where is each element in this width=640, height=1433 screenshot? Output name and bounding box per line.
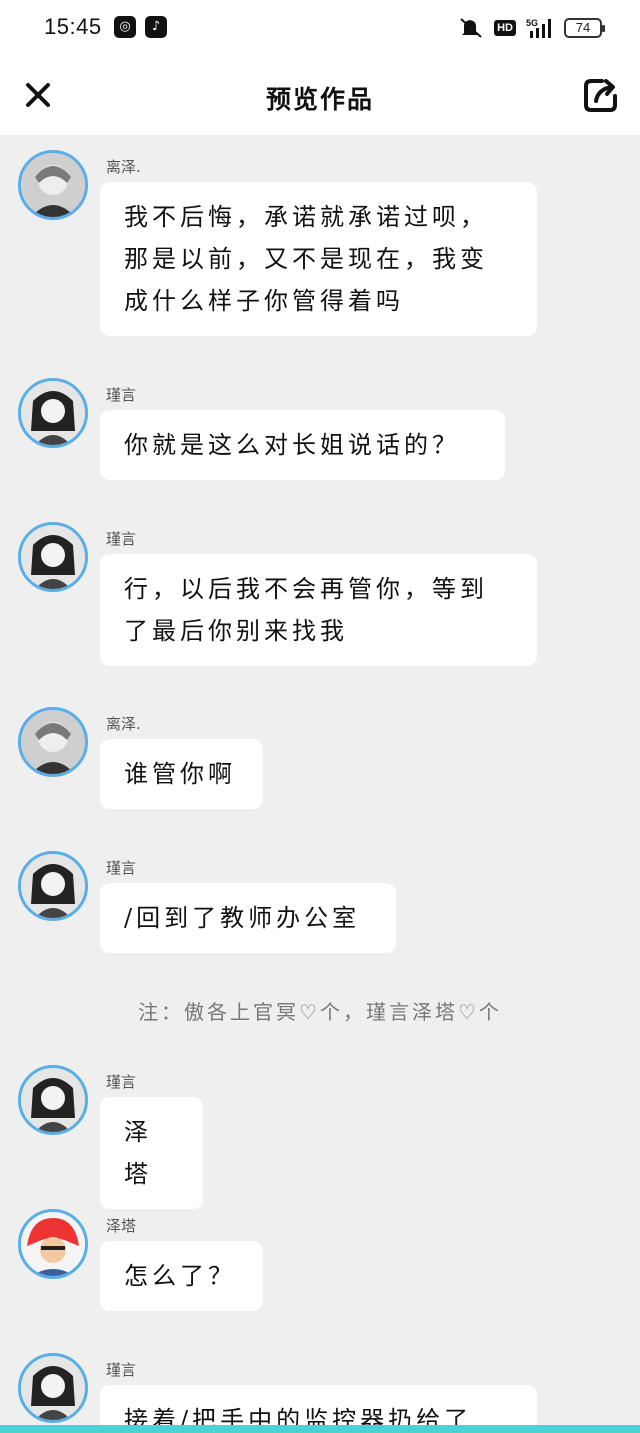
header: 预览作品 <box>0 58 640 135</box>
bottom-accent-strip <box>0 1425 640 1433</box>
message-bubble: 怎么了？ <box>100 1241 263 1311</box>
message-bubble: 我不后悔，承诺就承诺过呗，那是以前，又不是现在，我变成什么样子你管得着吗 <box>100 182 537 336</box>
avatar-jinyan[interactable] <box>18 1353 88 1423</box>
speaker-name: 瑾言 <box>106 530 137 548</box>
avatar-zeta[interactable] <box>18 1209 88 1279</box>
message-bubble: 你就是这么对长姐说话的？ <box>100 410 505 480</box>
speaker-name: 瑾言 <box>106 1361 137 1379</box>
status-bar: 15:45 ◎ ♪ HD 5G 74 <box>0 0 640 58</box>
message-bubble: 谁管你啊 <box>100 739 263 809</box>
speaker-name: 瑾言 <box>106 859 137 877</box>
battery-icon: 74 <box>564 18 605 38</box>
chat-preview[interactable]: 离泽. 我不后悔，承诺就承诺过呗，那是以前，又不是现在，我变成什么样子你管得着吗… <box>0 135 640 1433</box>
svg-text:5G: 5G <box>526 18 538 28</box>
speaker-name: 离泽. <box>106 158 141 176</box>
avatar-lize[interactable] <box>18 707 88 777</box>
avatar-jinyan[interactable] <box>18 1065 88 1135</box>
speaker-name: 瑾言 <box>106 1073 137 1091</box>
status-time: 15:45 <box>44 14 102 39</box>
narration-note: 注：傲各上官冥♡个，瑾言泽塔♡个 <box>138 1000 502 1024</box>
signal-5g-icon: 5G <box>526 18 551 38</box>
kuaishou-app-icon: ◎ <box>114 16 136 38</box>
avatar-jinyan[interactable] <box>18 522 88 592</box>
page-title: 预览作品 <box>265 85 374 114</box>
message-bubble: 行，以后我不会再管你，等到了最后你别来找我 <box>100 554 537 666</box>
avatar-lize[interactable] <box>18 150 88 220</box>
share-icon <box>584 79 617 112</box>
speaker-name: 瑾言 <box>106 386 137 404</box>
speaker-name: 离泽. <box>106 715 141 733</box>
share-button[interactable] <box>582 76 620 114</box>
hd-icon: HD <box>494 20 516 36</box>
mute-icon <box>460 18 482 38</box>
message-bubble: /回到了教师办公室 <box>100 883 396 953</box>
speaker-name: 泽塔 <box>106 1217 137 1235</box>
tiktok-app-icon: ♪ <box>145 16 167 38</box>
message-bubble: 泽塔 <box>100 1097 203 1209</box>
avatar-jinyan[interactable] <box>18 378 88 448</box>
avatar-jinyan[interactable] <box>18 851 88 921</box>
